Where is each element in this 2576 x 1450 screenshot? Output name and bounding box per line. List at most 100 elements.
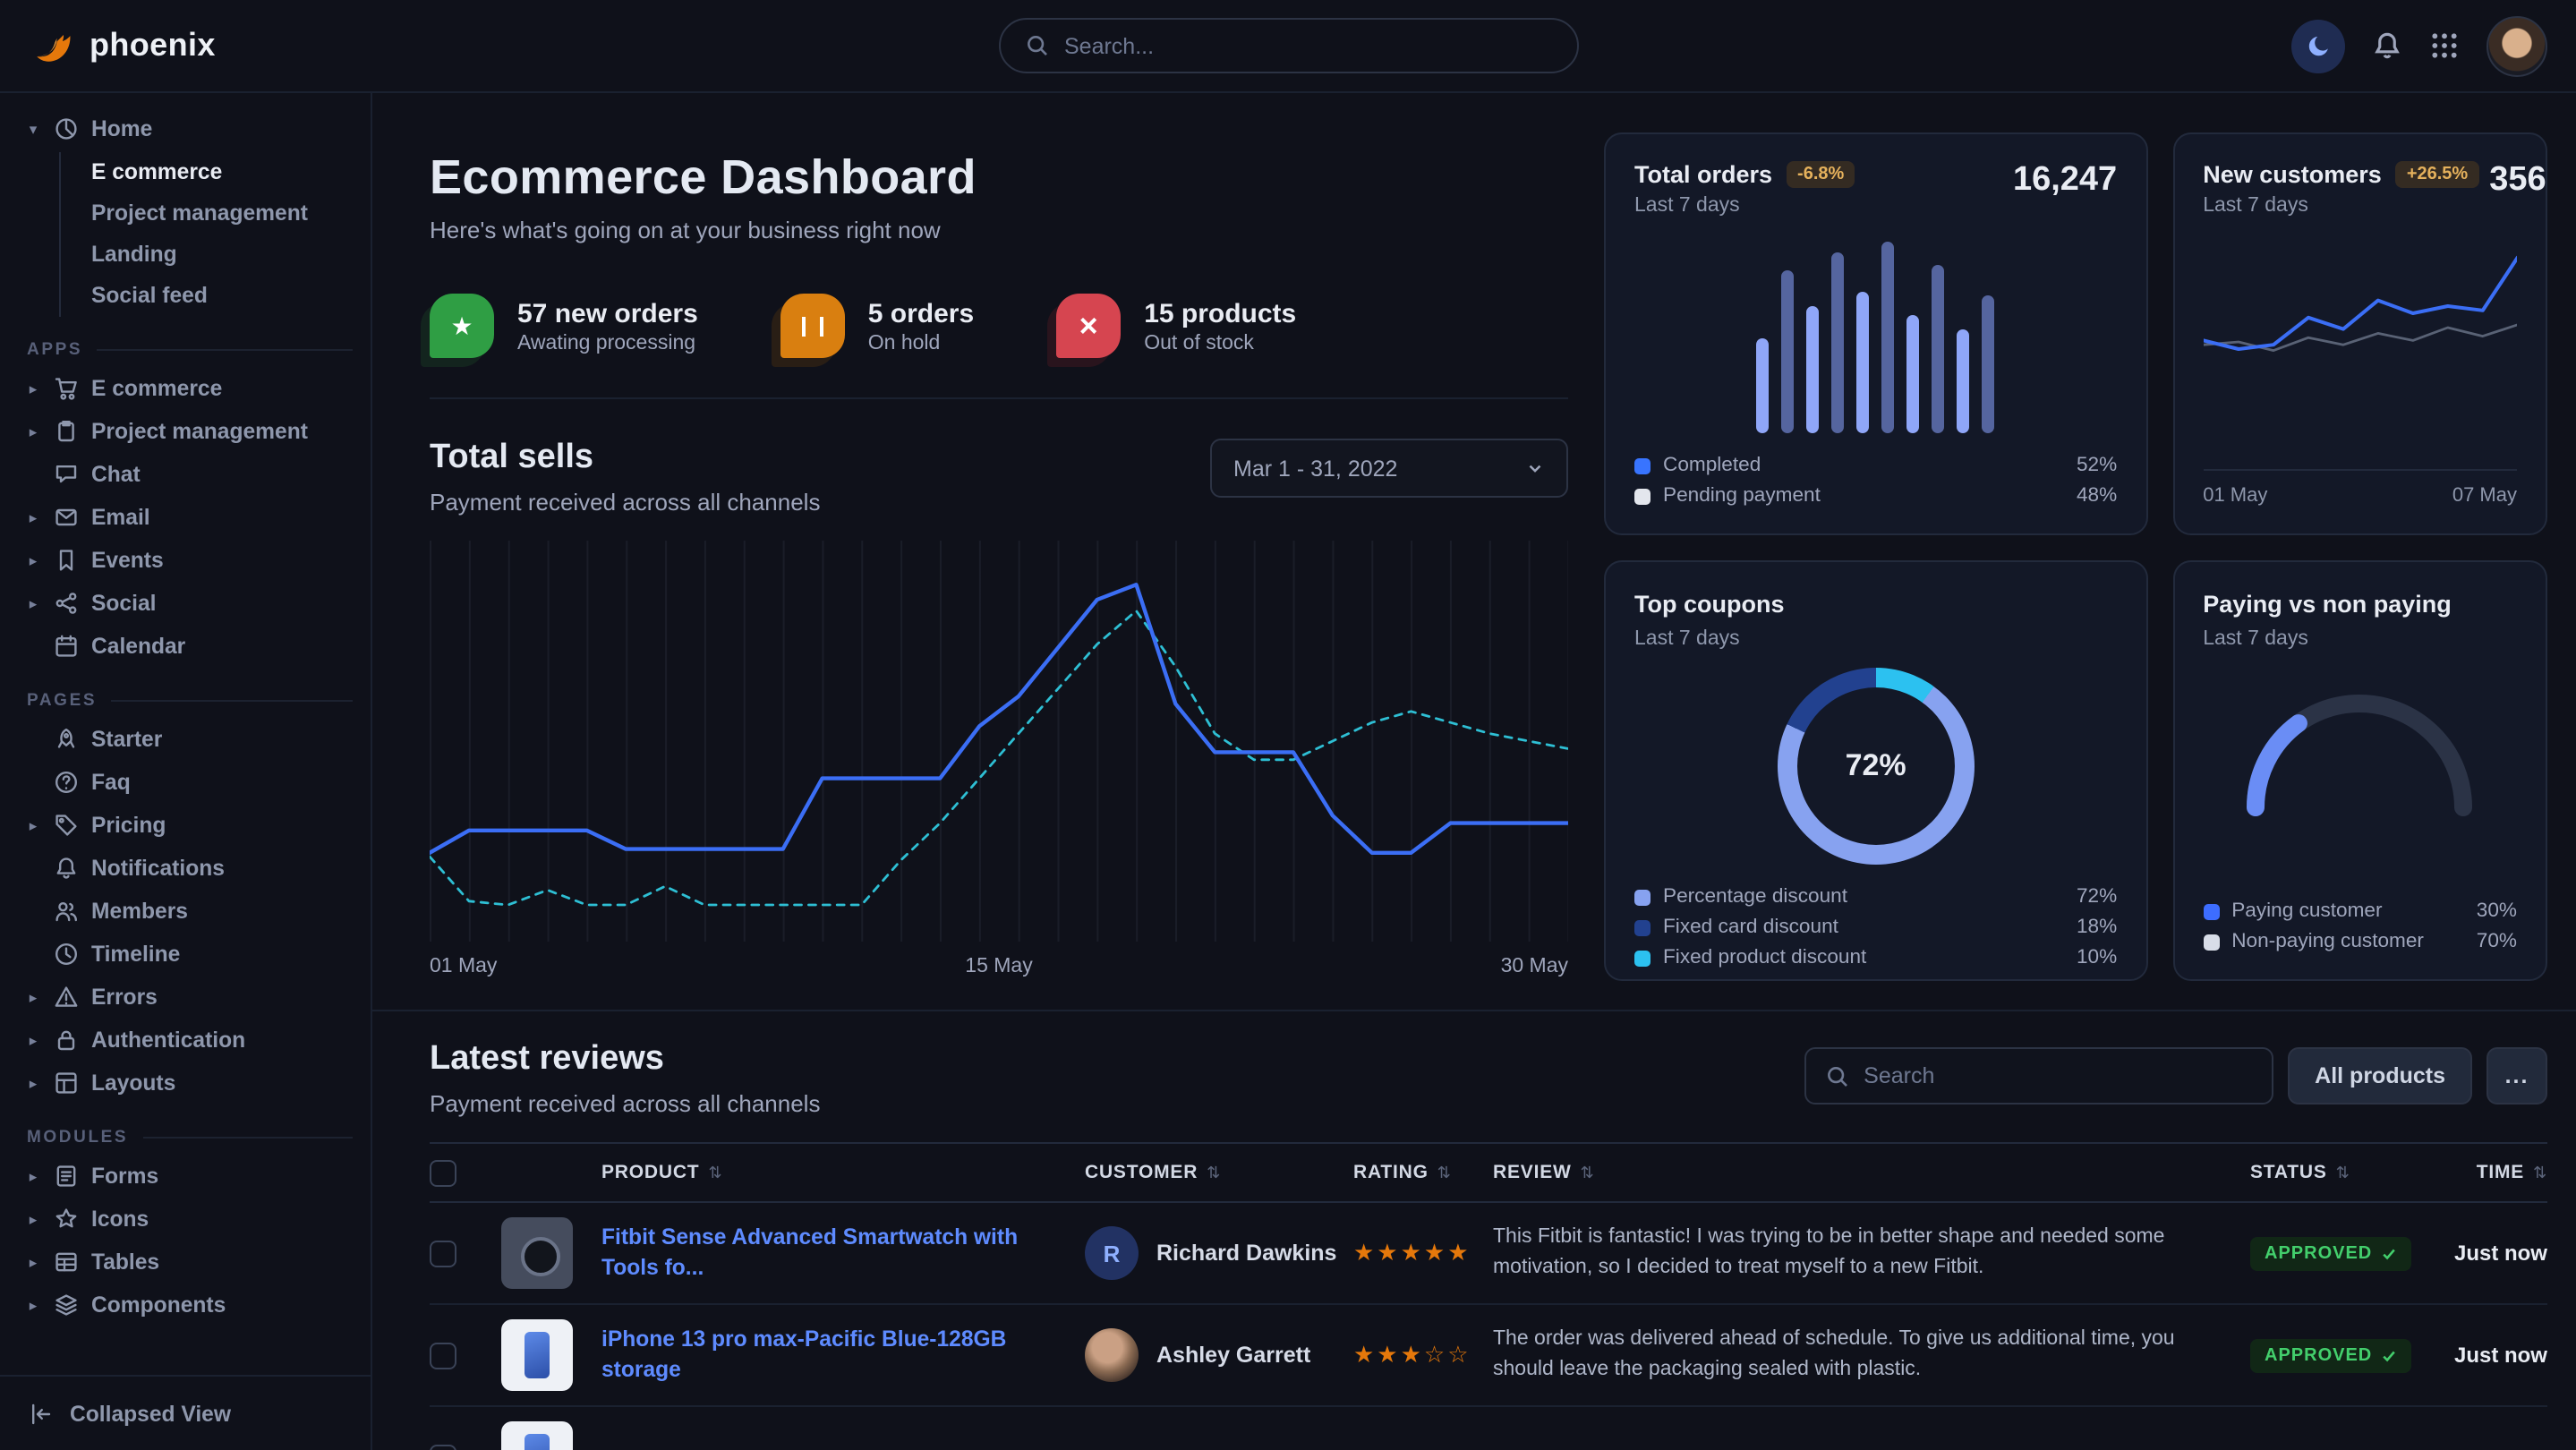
sidebar-item-calendar[interactable]: Calendar xyxy=(25,625,353,668)
customer-cell: Ashley Garrett xyxy=(1085,1328,1353,1382)
column-header-customer[interactable]: CUSTOMER xyxy=(1085,1162,1353,1183)
sidebar-item-icons[interactable]: Icons xyxy=(25,1198,353,1241)
date-range-select[interactable]: Mar 1 - 31, 2022 xyxy=(1210,439,1568,498)
total-sells-subtitle: Payment received across all channels xyxy=(430,489,820,516)
chevron-right-icon xyxy=(25,1252,41,1272)
x-axis-label: 15 May xyxy=(965,956,1032,977)
sidebar: Home E commerce Project management Landi… xyxy=(0,93,372,1450)
legend-swatch xyxy=(2203,934,2219,950)
row-checkbox[interactable] xyxy=(430,1240,456,1267)
chevron-right-icon xyxy=(25,379,41,398)
card-title: New customers xyxy=(2203,161,2382,188)
row-checkbox[interactable] xyxy=(430,1342,456,1369)
new-customers-card: New customers +26.5% Last 7 days 356 01 xyxy=(2172,132,2547,535)
apps-grid-icon[interactable] xyxy=(2429,30,2460,61)
global-search[interactable] xyxy=(998,18,1578,73)
app-logo[interactable]: phoenix xyxy=(29,22,216,69)
sidebar-item-members[interactable]: Members xyxy=(25,890,353,933)
legend-item: Percentage discount72% xyxy=(1634,886,2117,908)
chevron-right-icon xyxy=(25,1030,41,1050)
avatar: R xyxy=(1085,1226,1139,1280)
sidebar-item-timeline[interactable]: Timeline xyxy=(25,933,353,976)
column-header-status[interactable]: STATUS xyxy=(2250,1162,2422,1183)
collapse-icon xyxy=(29,1401,54,1426)
chevron-down-icon xyxy=(1525,458,1545,478)
sidebar-section-pages: PAGES xyxy=(27,691,353,711)
chevron-right-icon xyxy=(25,1073,41,1093)
product-link[interactable]: Fitbit Sense Advanced Smartwatch with To… xyxy=(601,1224,1085,1283)
sidebar-subitem-project-management[interactable]: Project management xyxy=(61,193,353,235)
chevron-down-icon xyxy=(25,119,41,139)
all-products-button[interactable]: All products xyxy=(2288,1047,2472,1105)
reviews-search-input[interactable] xyxy=(1864,1063,2252,1088)
chevron-right-icon xyxy=(25,508,41,527)
product-thumbnail xyxy=(501,1319,573,1391)
clipboard-icon xyxy=(54,419,79,444)
product-link[interactable]: iPhone 13 pro max-Pacific Blue-128GB sto… xyxy=(601,1326,1085,1385)
sidebar-item-components[interactable]: Components xyxy=(25,1284,353,1326)
legend-item: Fixed card discount18% xyxy=(1634,917,2117,938)
column-header-product[interactable]: PRODUCT xyxy=(601,1162,1085,1183)
legend-swatch xyxy=(1634,488,1651,504)
theme-toggle-button[interactable] xyxy=(2291,19,2345,72)
sidebar-item-ecommerce-app[interactable]: E commerce xyxy=(25,367,353,410)
sidebar-item-chat[interactable]: Chat xyxy=(25,453,353,496)
sidebar-item-label: Home xyxy=(91,116,152,141)
sidebar-item-layouts[interactable]: Layouts xyxy=(25,1062,353,1105)
customer-cell: R Richard Dawkins xyxy=(1085,1226,1353,1280)
sidebar-item-project-management-app[interactable]: Project management xyxy=(25,410,353,453)
select-all-checkbox[interactable] xyxy=(430,1159,456,1186)
sidebar-item-faq[interactable]: Faq xyxy=(25,761,353,804)
legend-item: Fixed product discount10% xyxy=(1634,947,2117,968)
orders-trend-badge: -6.8% xyxy=(1787,161,1855,188)
collapsed-view-button[interactable]: Collapsed View xyxy=(0,1375,371,1450)
rating-stars: ★★★★★ xyxy=(1353,1239,1493,1267)
sidebar-item-starter[interactable]: Starter xyxy=(25,718,353,761)
orders-bar-chart xyxy=(1634,217,2117,455)
total-sells-x-axis: 01 May 15 May 30 May xyxy=(430,956,1568,977)
legend-swatch xyxy=(1634,457,1651,473)
global-search-input[interactable] xyxy=(1064,33,1551,58)
coupons-donut-chart: 72% xyxy=(1778,668,1975,865)
legend-swatch xyxy=(2203,903,2219,919)
card-period: Last 7 days xyxy=(1634,628,2117,650)
paying-vs-nonpaying-card: Paying vs non paying Last 7 days Paying … xyxy=(2172,560,2547,981)
more-options-button[interactable]: ... xyxy=(2486,1047,2547,1105)
sidebar-item-authentication[interactable]: Authentication xyxy=(25,1019,353,1062)
chevron-right-icon xyxy=(25,987,41,1007)
sidebar-item-events[interactable]: Events xyxy=(25,539,353,582)
page-title: Ecommerce Dashboard xyxy=(430,150,1568,206)
donut-center-label: 72% xyxy=(1846,748,1906,784)
sidebar-item-home[interactable]: Home xyxy=(25,107,353,150)
clock-icon xyxy=(54,942,79,967)
sidebar-section-modules: MODULES xyxy=(27,1128,353,1147)
status-badge: APPROVED xyxy=(2250,1237,2411,1271)
layout-icon xyxy=(54,1070,79,1096)
star-icon xyxy=(54,1207,79,1232)
user-avatar[interactable] xyxy=(2486,15,2547,76)
column-header-time[interactable]: TIME xyxy=(2422,1162,2547,1183)
paying-gauge-chart xyxy=(2203,668,2517,890)
card-period: Last 7 days xyxy=(2203,195,2478,217)
column-header-review[interactable]: REVIEW xyxy=(1493,1162,2250,1183)
sidebar-item-forms[interactable]: Forms xyxy=(25,1155,353,1198)
page-subtitle: Here's what's going on at your business … xyxy=(430,217,1568,243)
sidebar-subitem-social-feed[interactable]: Social feed xyxy=(61,276,353,317)
sidebar-subitem-landing[interactable]: Landing xyxy=(61,235,353,276)
column-header-rating[interactable]: RATING xyxy=(1353,1162,1493,1183)
avatar xyxy=(1085,1328,1139,1382)
table-icon xyxy=(54,1250,79,1275)
sidebar-item-email[interactable]: Email xyxy=(25,496,353,539)
new-customers-x-axis: 01 May 07 May xyxy=(2203,469,2517,507)
sidebar-item-notifications[interactable]: Notifications xyxy=(25,847,353,890)
reviews-search[interactable] xyxy=(1804,1047,2273,1105)
sidebar-item-tables[interactable]: Tables xyxy=(25,1241,353,1284)
sidebar-item-social[interactable]: Social xyxy=(25,582,353,625)
orders-value: 16,247 xyxy=(2013,161,2117,200)
stats-row: 57 new ordersAwating processing 5 orders… xyxy=(430,294,1568,399)
sidebar-subitem-ecommerce[interactable]: E commerce xyxy=(61,152,353,193)
bell-icon[interactable] xyxy=(2372,30,2402,61)
review-text: This Fitbit is fantastic! I was trying t… xyxy=(1493,1223,2250,1284)
sidebar-item-pricing[interactable]: Pricing xyxy=(25,804,353,847)
sidebar-item-errors[interactable]: Errors xyxy=(25,976,353,1019)
